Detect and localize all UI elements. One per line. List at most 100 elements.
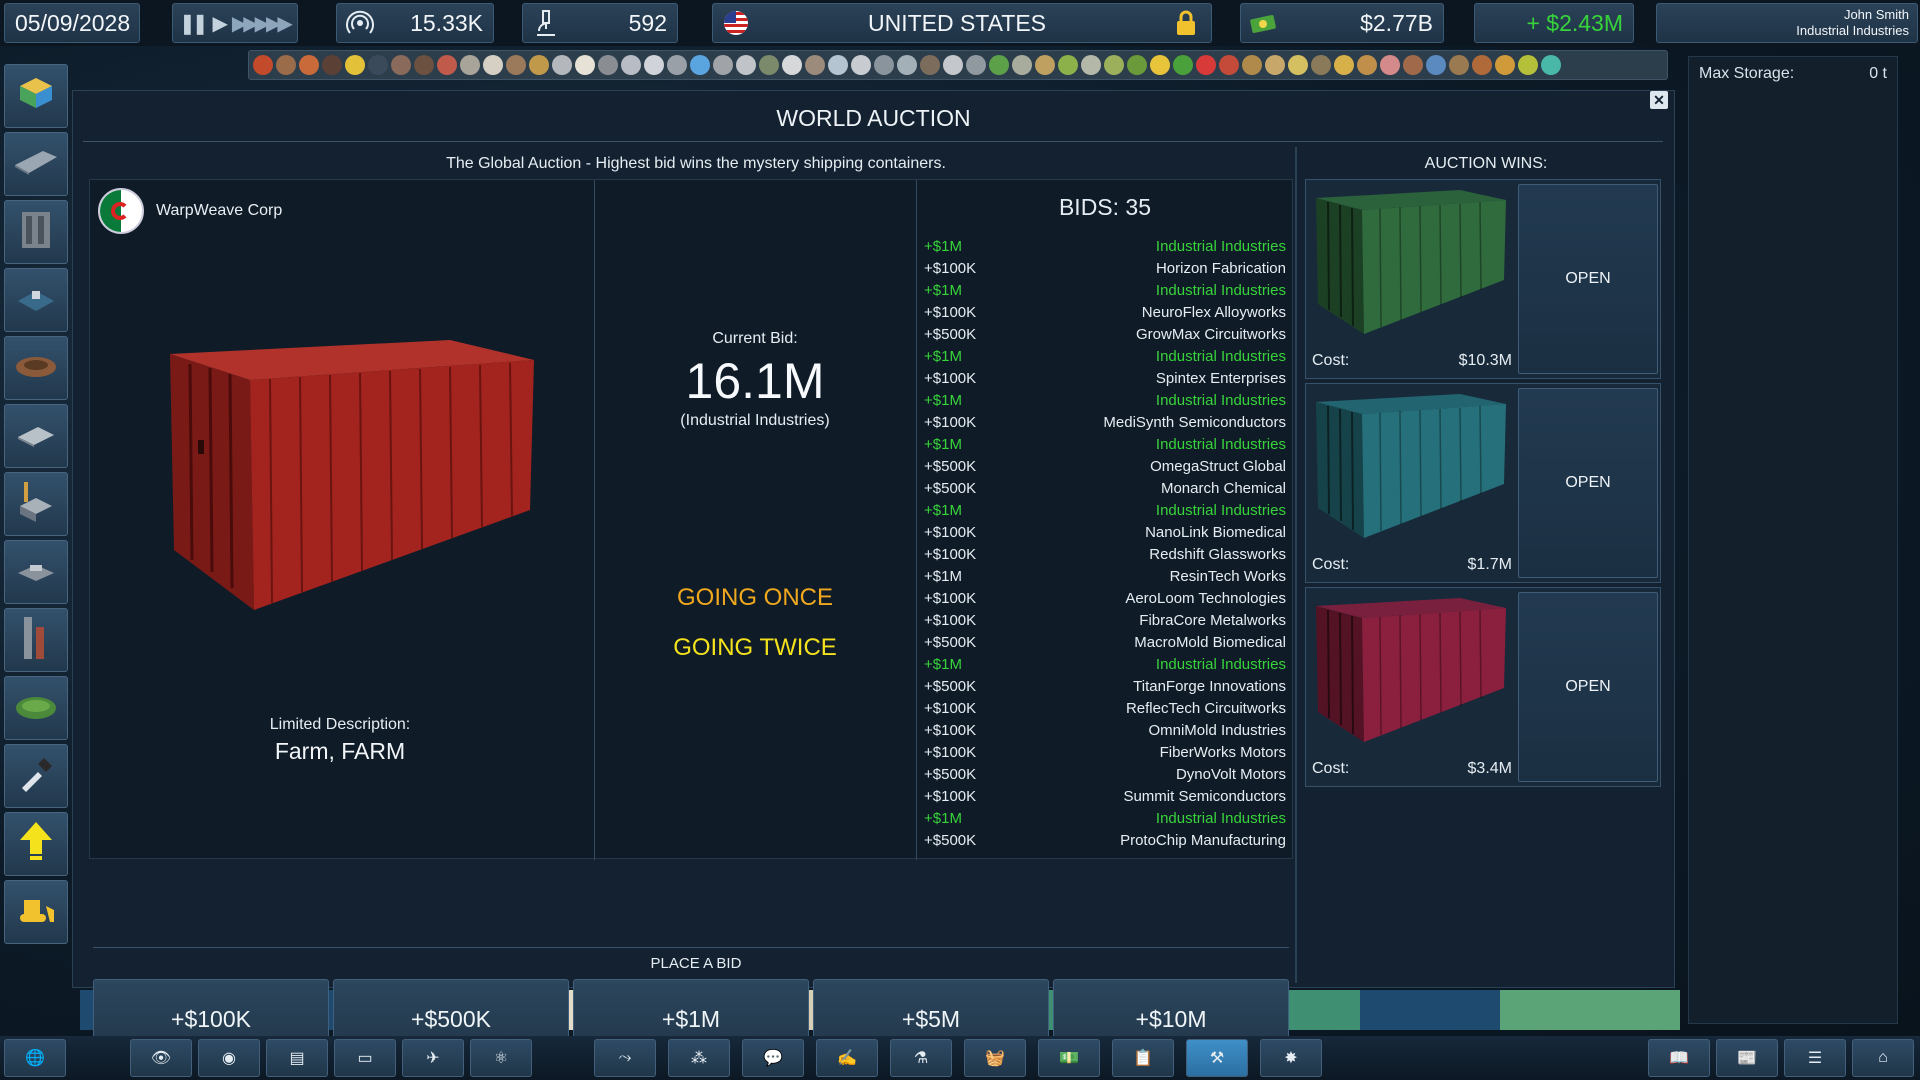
resource-icon[interactable] [368,55,388,75]
resource-icon[interactable] [345,55,365,75]
plant-button[interactable] [4,404,68,468]
resource-icon[interactable] [575,55,595,75]
harbor-button[interactable] [4,268,68,332]
upgrade-button[interactable] [4,812,68,876]
resource-icon[interactable] [1196,55,1216,75]
resource-icon[interactable] [437,55,457,75]
home-button[interactable]: ⌂ [1852,1039,1914,1077]
book-button[interactable]: 📖 [1648,1039,1710,1077]
chat-button[interactable]: 💬 [742,1039,804,1077]
tower-button[interactable] [4,608,68,672]
resource-icon[interactable] [782,55,802,75]
spy-button[interactable]: ◉ [198,1039,260,1077]
resource-icon[interactable] [621,55,641,75]
resource-icon[interactable] [736,55,756,75]
list-button[interactable]: ☰ [1784,1039,1846,1077]
refinery-button[interactable] [4,472,68,536]
resource-icon[interactable] [1288,55,1308,75]
resource-icon[interactable] [759,55,779,75]
bid-list[interactable]: +$1M Industrial Industries +$100K Horizon F… [924,236,1286,852]
resource-icon[interactable] [1380,55,1400,75]
resource-icon[interactable] [1334,55,1354,75]
resource-icon[interactable] [874,55,894,75]
resource-icon[interactable] [253,55,273,75]
resource-icon[interactable] [414,55,434,75]
resource-icon[interactable] [989,55,1009,75]
resource-icon[interactable] [483,55,503,75]
resource-icon[interactable] [276,55,296,75]
mine-button[interactable] [4,336,68,400]
resource-icon[interactable] [943,55,963,75]
warehouse-button[interactable] [4,132,68,196]
monitor-button[interactable]: ▭ [334,1039,396,1077]
fast-forward-icon[interactable]: ▶▶▶▶▶ [232,11,293,36]
resource-icon[interactable] [506,55,526,75]
resource-icon[interactable] [1173,55,1193,75]
factory-button[interactable] [4,200,68,264]
resource-icon[interactable] [552,55,572,75]
resource-icon[interactable] [1219,55,1239,75]
resource-icon[interactable] [299,55,319,75]
resource-icon[interactable] [1518,55,1538,75]
resource-icon[interactable] [1081,55,1101,75]
resource-icon[interactable] [1150,55,1170,75]
resource-icon[interactable] [1127,55,1147,75]
resource-icon[interactable] [713,55,733,75]
resource-icon[interactable] [322,55,342,75]
lab-button[interactable]: ⚗ [890,1039,952,1077]
resource-icon[interactable] [1472,55,1492,75]
eye-button[interactable]: 👁 [130,1039,192,1077]
resource-icon[interactable] [1311,55,1331,75]
resource-icon[interactable] [667,55,687,75]
farm-button[interactable] [4,676,68,740]
play-icon[interactable]: ▶ [213,11,229,36]
resource-icon[interactable] [920,55,940,75]
bulldozer-button[interactable] [4,880,68,944]
resource-icon[interactable] [1449,55,1469,75]
contracts-button[interactable]: ✍ [816,1039,878,1077]
resource-icon[interactable] [805,55,825,75]
cash-button[interactable]: 💵 [1038,1039,1100,1077]
resource-icon[interactable] [644,55,664,75]
bids-panel[interactable]: BIDS: 35 +$1M Industrial Industries +$100K… [920,180,1290,860]
science-button[interactable]: ⚛ [470,1039,532,1077]
resource-icon[interactable] [897,55,917,75]
market-button[interactable]: 🧺 [964,1039,1026,1077]
globe-button[interactable]: 🌐 [4,1039,66,1077]
resource-icon[interactable] [1541,55,1561,75]
resource-icon[interactable] [460,55,480,75]
org-button[interactable]: ⁂ [668,1039,730,1077]
resource-icon[interactable] [690,55,710,75]
resource-icon[interactable] [966,55,986,75]
auction-button[interactable]: ⚒ [1186,1039,1248,1077]
resource-icon[interactable] [828,55,848,75]
country-display[interactable]: UNITED STATES [712,3,1212,43]
finance-button[interactable]: ▤ [266,1039,328,1077]
resources-button[interactable] [4,64,68,128]
routes-button[interactable]: ⤳ [594,1039,656,1077]
resource-icon[interactable] [529,55,549,75]
resource-icon[interactable] [1265,55,1285,75]
news-button[interactable]: 📰 [1716,1039,1778,1077]
resource-icon[interactable] [1104,55,1124,75]
resource-icon[interactable] [1035,55,1055,75]
resource-icon[interactable] [1242,55,1262,75]
resource-icon[interactable] [851,55,871,75]
notes-button[interactable]: 📋 [1112,1039,1174,1077]
resource-icon[interactable] [1012,55,1032,75]
airplane-button[interactable]: ✈ [402,1039,464,1077]
resource-icon[interactable] [1357,55,1377,75]
resource-icon[interactable] [598,55,618,75]
resource-icon[interactable] [1426,55,1446,75]
resource-icon[interactable] [1403,55,1423,75]
resource-icon[interactable] [391,55,411,75]
resource-strip[interactable] [248,50,1668,80]
speed-controls[interactable]: ❚❚ ▶ ▶▶▶▶▶ [172,3,298,43]
open-container-button[interactable]: OPEN [1518,184,1658,374]
dropper-button[interactable] [4,744,68,808]
resource-icon[interactable] [1495,55,1515,75]
airport-button[interactable] [4,540,68,604]
pause-icon[interactable]: ❚❚ [179,11,208,36]
events-button[interactable]: ✸ [1260,1039,1322,1077]
resource-icon[interactable] [1058,55,1078,75]
